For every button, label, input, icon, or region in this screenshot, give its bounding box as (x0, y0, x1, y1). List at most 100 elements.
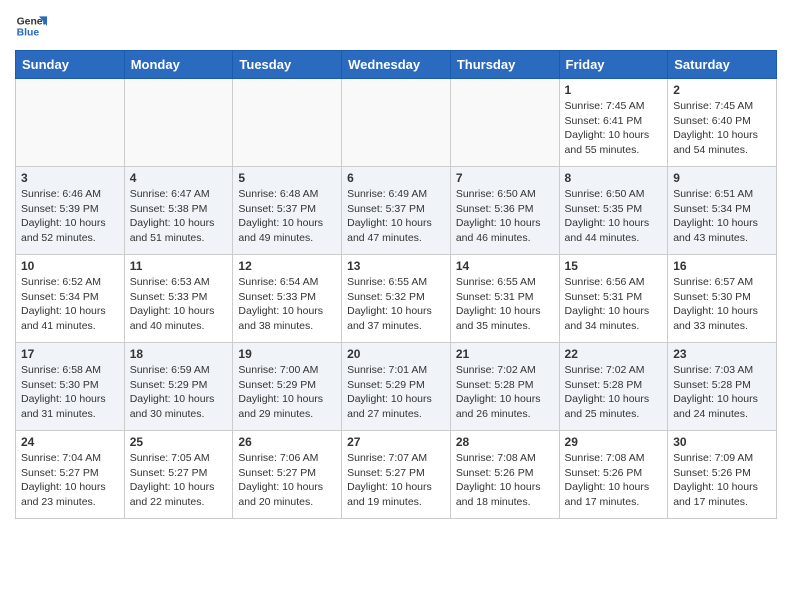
day-number: 29 (565, 435, 663, 449)
day-detail: Sunrise: 6:57 AMSunset: 5:30 PMDaylight:… (673, 275, 771, 334)
day-header-thursday: Thursday (450, 51, 559, 79)
day-detail: Sunrise: 6:53 AMSunset: 5:33 PMDaylight:… (130, 275, 228, 334)
day-detail: Sunrise: 7:02 AMSunset: 5:28 PMDaylight:… (565, 363, 663, 422)
day-detail: Sunrise: 6:51 AMSunset: 5:34 PMDaylight:… (673, 187, 771, 246)
day-number: 23 (673, 347, 771, 361)
day-detail: Sunrise: 6:55 AMSunset: 5:31 PMDaylight:… (456, 275, 554, 334)
logo: General Blue (15, 10, 47, 42)
calendar-cell: 28 Sunrise: 7:08 AMSunset: 5:26 PMDayligh… (450, 431, 559, 519)
calendar-cell: 22 Sunrise: 7:02 AMSunset: 5:28 PMDayligh… (559, 343, 668, 431)
calendar-cell (233, 79, 342, 167)
calendar-week-1: 3 Sunrise: 6:46 AMSunset: 5:39 PMDaylight… (16, 167, 777, 255)
calendar-cell: 25 Sunrise: 7:05 AMSunset: 5:27 PMDayligh… (124, 431, 233, 519)
calendar-cell: 20 Sunrise: 7:01 AMSunset: 5:29 PMDayligh… (342, 343, 451, 431)
day-number: 10 (21, 259, 119, 273)
day-number: 9 (673, 171, 771, 185)
day-number: 21 (456, 347, 554, 361)
day-detail: Sunrise: 7:04 AMSunset: 5:27 PMDaylight:… (21, 451, 119, 510)
day-number: 28 (456, 435, 554, 449)
day-number: 20 (347, 347, 445, 361)
day-detail: Sunrise: 7:45 AMSunset: 6:40 PMDaylight:… (673, 99, 771, 158)
day-detail: Sunrise: 6:52 AMSunset: 5:34 PMDaylight:… (21, 275, 119, 334)
calendar-cell: 24 Sunrise: 7:04 AMSunset: 5:27 PMDayligh… (16, 431, 125, 519)
day-number: 6 (347, 171, 445, 185)
day-number: 1 (565, 83, 663, 97)
calendar-cell: 1 Sunrise: 7:45 AMSunset: 6:41 PMDaylight… (559, 79, 668, 167)
calendar-cell: 17Sunrise: 6:58 AMSunset: 5:30 PMDayligh… (16, 343, 125, 431)
calendar-cell: 9 Sunrise: 6:51 AMSunset: 5:34 PMDaylight… (668, 167, 777, 255)
day-number: 14 (456, 259, 554, 273)
day-detail: Sunrise: 6:49 AMSunset: 5:37 PMDaylight:… (347, 187, 445, 246)
calendar-cell: 7Sunrise: 6:50 AMSunset: 5:36 PMDaylight… (450, 167, 559, 255)
day-number: 24 (21, 435, 119, 449)
calendar-cell: 8 Sunrise: 6:50 AMSunset: 5:35 PMDaylight… (559, 167, 668, 255)
day-detail: Sunrise: 7:00 AMSunset: 5:29 PMDaylight:… (238, 363, 336, 422)
day-number: 22 (565, 347, 663, 361)
calendar-cell: 5 Sunrise: 6:48 AMSunset: 5:37 PMDaylight… (233, 167, 342, 255)
day-number: 27 (347, 435, 445, 449)
day-number: 5 (238, 171, 336, 185)
day-header-wednesday: Wednesday (342, 51, 451, 79)
day-number: 19 (238, 347, 336, 361)
day-detail: Sunrise: 7:05 AMSunset: 5:27 PMDaylight:… (130, 451, 228, 510)
calendar-cell (342, 79, 451, 167)
calendar-cell: 10 Sunrise: 6:52 AMSunset: 5:34 PMDayligh… (16, 255, 125, 343)
day-number: 8 (565, 171, 663, 185)
calendar-cell: 29 Sunrise: 7:08 AMSunset: 5:26 PMDayligh… (559, 431, 668, 519)
calendar-cell: 19 Sunrise: 7:00 AMSunset: 5:29 PMDayligh… (233, 343, 342, 431)
day-detail: Sunrise: 6:47 AMSunset: 5:38 PMDaylight:… (130, 187, 228, 246)
day-detail: Sunrise: 6:46 AMSunset: 5:39 PMDaylight:… (21, 187, 119, 246)
calendar-cell: 18 Sunrise: 6:59 AMSunset: 5:29 PMDayligh… (124, 343, 233, 431)
day-number: 17 (21, 347, 119, 361)
day-number: 2 (673, 83, 771, 97)
day-number: 3 (21, 171, 119, 185)
day-detail: Sunrise: 6:59 AMSunset: 5:29 PMDaylight:… (130, 363, 228, 422)
day-number: 4 (130, 171, 228, 185)
day-header-sunday: Sunday (16, 51, 125, 79)
calendar-cell (124, 79, 233, 167)
calendar-week-0: 1 Sunrise: 7:45 AMSunset: 6:41 PMDaylight… (16, 79, 777, 167)
day-number: 7 (456, 171, 554, 185)
calendar-cell: 27 Sunrise: 7:07 AMSunset: 5:27 PMDayligh… (342, 431, 451, 519)
day-detail: Sunrise: 7:01 AMSunset: 5:29 PMDaylight:… (347, 363, 445, 422)
day-header-saturday: Saturday (668, 51, 777, 79)
day-number: 25 (130, 435, 228, 449)
day-detail: Sunrise: 6:56 AMSunset: 5:31 PMDaylight:… (565, 275, 663, 334)
day-number: 18 (130, 347, 228, 361)
day-detail: Sunrise: 7:45 AMSunset: 6:41 PMDaylight:… (565, 99, 663, 158)
svg-text:Blue: Blue (17, 28, 40, 39)
calendar-cell: 3 Sunrise: 6:46 AMSunset: 5:39 PMDaylight… (16, 167, 125, 255)
logo-icon: General Blue (15, 10, 47, 42)
calendar-header-row: SundayMondayTuesdayWednesdayThursdayFrid… (16, 51, 777, 79)
header: General Blue (15, 10, 777, 42)
day-detail: Sunrise: 7:06 AMSunset: 5:27 PMDaylight:… (238, 451, 336, 510)
calendar-cell: 12Sunrise: 6:54 AMSunset: 5:33 PMDayligh… (233, 255, 342, 343)
day-detail: Sunrise: 6:54 AMSunset: 5:33 PMDaylight:… (238, 275, 336, 334)
calendar-cell: 4 Sunrise: 6:47 AMSunset: 5:38 PMDaylight… (124, 167, 233, 255)
day-number: 30 (673, 435, 771, 449)
day-detail: Sunrise: 7:09 AMSunset: 5:26 PMDaylight:… (673, 451, 771, 510)
calendar-cell: 14 Sunrise: 6:55 AMSunset: 5:31 PMDayligh… (450, 255, 559, 343)
calendar-cell: 15 Sunrise: 6:56 AMSunset: 5:31 PMDayligh… (559, 255, 668, 343)
day-number: 26 (238, 435, 336, 449)
day-detail: Sunrise: 6:50 AMSunset: 5:35 PMDaylight:… (565, 187, 663, 246)
day-detail: Sunrise: 6:48 AMSunset: 5:37 PMDaylight:… (238, 187, 336, 246)
day-header-friday: Friday (559, 51, 668, 79)
calendar-week-2: 10 Sunrise: 6:52 AMSunset: 5:34 PMDayligh… (16, 255, 777, 343)
calendar-cell: 11Sunrise: 6:53 AMSunset: 5:33 PMDayligh… (124, 255, 233, 343)
calendar-cell: 13 Sunrise: 6:55 AMSunset: 5:32 PMDayligh… (342, 255, 451, 343)
day-number: 15 (565, 259, 663, 273)
calendar-cell (16, 79, 125, 167)
calendar-cell: 6 Sunrise: 6:49 AMSunset: 5:37 PMDaylight… (342, 167, 451, 255)
day-detail: Sunrise: 7:07 AMSunset: 5:27 PMDaylight:… (347, 451, 445, 510)
calendar-cell: 23Sunrise: 7:03 AMSunset: 5:28 PMDayligh… (668, 343, 777, 431)
day-detail: Sunrise: 7:08 AMSunset: 5:26 PMDaylight:… (456, 451, 554, 510)
calendar-week-4: 24 Sunrise: 7:04 AMSunset: 5:27 PMDayligh… (16, 431, 777, 519)
day-number: 16 (673, 259, 771, 273)
day-detail: Sunrise: 7:08 AMSunset: 5:26 PMDaylight:… (565, 451, 663, 510)
day-detail: Sunrise: 7:02 AMSunset: 5:28 PMDaylight:… (456, 363, 554, 422)
day-number: 13 (347, 259, 445, 273)
day-detail: Sunrise: 6:55 AMSunset: 5:32 PMDaylight:… (347, 275, 445, 334)
calendar-cell: 16 Sunrise: 6:57 AMSunset: 5:30 PMDayligh… (668, 255, 777, 343)
day-header-monday: Monday (124, 51, 233, 79)
